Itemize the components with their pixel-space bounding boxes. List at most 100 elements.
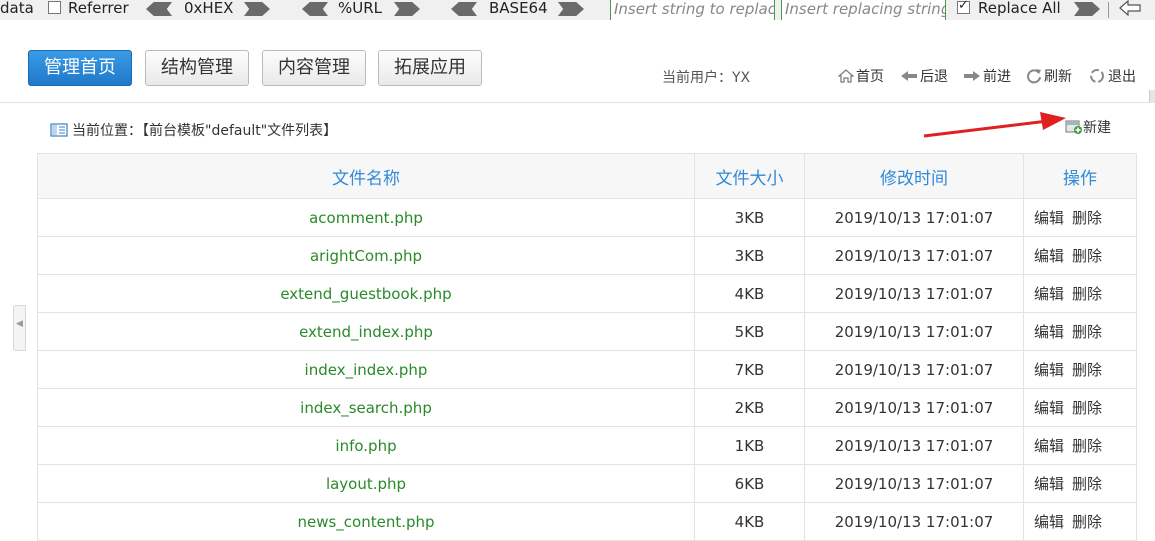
hex-decode-arrow-icon[interactable] [146,2,172,16]
file-size-cell: 6KB [694,464,805,503]
url-label: %URL [338,0,383,17]
actions-cell: 编辑 删除 [1023,464,1137,503]
referrer-label: Referrer [68,0,129,17]
breadcrumb: 当前位置：【前台模板"default"文件列表】 [50,120,337,140]
recycle-icon [1090,69,1104,83]
table-header-row: 文件名称 文件大小 修改时间 操作 [37,153,1137,199]
file-size-cell: 7KB [694,350,805,389]
forward-link[interactable]: 前进 [963,66,1011,86]
new-file-label: 新建 [1083,120,1111,136]
back-link[interactable]: 后退 [900,66,948,86]
data-label: data [0,0,34,17]
delete-link[interactable]: 删除 [1072,209,1102,227]
delete-link[interactable]: 删除 [1072,513,1102,531]
home-link[interactable]: 首页 [838,66,884,86]
file-time-cell: 2019/10/13 17:01:07 [804,350,1024,389]
edit-link[interactable]: 编辑 [1034,285,1064,303]
table-row: arightCom.php 3KB 2019/10/13 17:01:07 编辑… [37,236,1137,275]
edit-link[interactable]: 编辑 [1034,475,1064,493]
refresh-link-label: 刷新 [1044,69,1072,85]
file-table: 文件名称 文件大小 修改时间 操作 acomment.php 3KB 2019/… [37,153,1137,541]
extension-toolbar: data Referrer 0xHEX %URL BASE64 Insert s… [0,0,1155,21]
delete-link[interactable]: 删除 [1072,475,1102,493]
home-icon [838,69,854,83]
actions-cell: 编辑 删除 [1023,198,1137,237]
page-header: 管理首页 结构管理 内容管理 拓展应用 当前用户：YX 首页 后退 前进 刷新 … [0,20,1155,103]
edit-link[interactable]: 编辑 [1034,361,1064,379]
panel-icon [50,123,68,137]
delete-link[interactable]: 删除 [1072,361,1102,379]
hex-encode-arrow-icon[interactable] [244,2,270,16]
referrer-checkbox[interactable] [48,1,61,14]
edit-link[interactable]: 编辑 [1034,247,1064,265]
actions-cell: 编辑 删除 [1023,236,1137,275]
edit-link[interactable]: 编辑 [1034,399,1064,417]
column-header-size[interactable]: 文件大小 [694,153,805,199]
base64-encode-arrow-icon[interactable] [558,2,584,16]
menu-arrow-icon[interactable] [1118,0,1141,18]
back-link-label: 后退 [920,69,948,85]
actions-cell: 编辑 删除 [1023,312,1137,351]
file-time-cell: 2019/10/13 17:01:07 [804,236,1024,275]
replace-all-checkbox[interactable] [957,0,970,14]
forward-link-label: 前进 [983,69,1011,85]
delete-link[interactable]: 删除 [1072,247,1102,265]
edit-link[interactable]: 编辑 [1034,209,1064,227]
logout-link[interactable]: 退出 [1088,66,1136,86]
replacing-string-input[interactable]: Insert replacing string [781,0,946,21]
column-header-name[interactable]: 文件名称 [37,153,695,199]
nav-content-button[interactable]: 内容管理 [262,50,366,86]
table-row: layout.php 6KB 2019/10/13 17:01:07 编辑 删除 [37,464,1137,503]
file-name-cell[interactable]: layout.php [37,464,695,503]
refresh-icon [1027,69,1041,84]
current-user-label: 当前用户：YX [662,70,751,86]
toolbar-divider [1108,2,1109,18]
file-size-cell: 3KB [694,198,805,237]
logout-link-label: 退出 [1108,69,1136,85]
nav-structure-button[interactable]: 结构管理 [145,50,249,86]
file-time-cell: 2019/10/13 17:01:07 [804,274,1024,313]
insert-string-input[interactable]: Insert string to replac [610,0,775,21]
file-name-cell[interactable]: extend_guestbook.php [37,274,695,313]
sidebar-toggle-handle[interactable]: ◀ [13,305,26,351]
nav-extend-button[interactable]: 拓展应用 [378,50,482,86]
base64-label: BASE64 [489,0,548,17]
delete-link[interactable]: 删除 [1072,285,1102,303]
file-name-cell[interactable]: index_index.php [37,350,695,389]
table-row: extend_guestbook.php 4KB 2019/10/13 17:0… [37,274,1137,313]
file-size-cell: 3KB [694,236,805,275]
table-row: extend_index.php 5KB 2019/10/13 17:01:07… [37,312,1137,351]
file-name-cell[interactable]: info.php [37,426,695,465]
column-header-actions: 操作 [1023,153,1137,199]
edit-link[interactable]: 编辑 [1034,323,1064,341]
actions-cell: 编辑 删除 [1023,350,1137,389]
new-file-button[interactable]: 新建 [1065,117,1111,137]
replace-all-label: Replace All [978,0,1061,17]
file-size-cell: 1KB [694,426,805,465]
delete-link[interactable]: 删除 [1072,399,1102,417]
file-name-cell[interactable]: extend_index.php [37,312,695,351]
breadcrumb-text: 当前位置：【前台模板"default"文件列表】 [72,123,338,139]
table-row: info.php 1KB 2019/10/13 17:01:07 编辑 删除 [37,426,1137,465]
file-name-cell[interactable]: arightCom.php [37,236,695,275]
delete-link[interactable]: 删除 [1072,323,1102,341]
refresh-link[interactable]: 刷新 [1026,66,1072,86]
file-name-cell[interactable]: index_search.php [37,388,695,427]
actions-cell: 编辑 删除 [1023,426,1137,465]
url-decode-arrow-icon[interactable] [302,2,328,16]
edit-link[interactable]: 编辑 [1034,513,1064,531]
actions-cell: 编辑 删除 [1023,274,1137,313]
table-row: index_index.php 7KB 2019/10/13 17:01:07 … [37,350,1137,389]
column-header-time[interactable]: 修改时间 [804,153,1024,199]
delete-link[interactable]: 删除 [1072,437,1102,455]
replace-arrow-icon[interactable] [1074,2,1100,16]
table-row: index_search.php 2KB 2019/10/13 17:01:07… [37,388,1137,427]
edit-link[interactable]: 编辑 [1034,437,1064,455]
forward-arrow-icon [964,71,980,81]
file-name-cell[interactable]: acomment.php [37,198,695,237]
nav-admin-home-button[interactable]: 管理首页 [28,50,132,86]
file-size-cell: 4KB [694,274,805,313]
base64-decode-arrow-icon[interactable] [451,2,477,16]
new-file-icon [1065,120,1082,134]
url-encode-arrow-icon[interactable] [394,2,420,16]
